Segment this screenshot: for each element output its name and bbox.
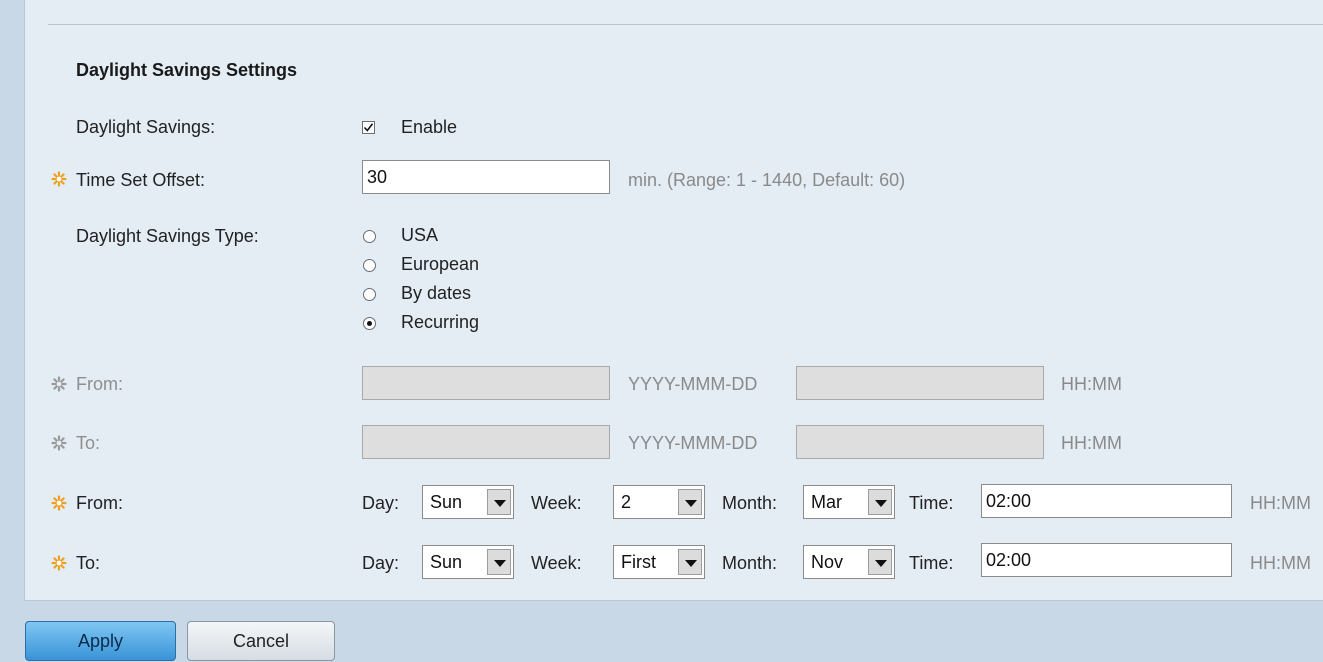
chevron-down-icon[interactable] — [678, 549, 702, 575]
by-dates-from-label: From: — [76, 374, 123, 394]
to-time-label: Time: — [909, 553, 954, 573]
apply-button[interactable]: Apply — [25, 621, 176, 661]
to-week-select[interactable]: First — [613, 545, 705, 579]
daylight-savings-type-label: Daylight Savings Type: — [76, 226, 259, 246]
radio-usa-label: USA — [401, 225, 439, 245]
chevron-down-icon[interactable] — [487, 549, 511, 575]
from-day-value: Sun — [430, 492, 463, 512]
to-day-select[interactable]: Sun — [422, 545, 514, 579]
required-star-icon — [51, 495, 67, 511]
from-time-hint: HH:MM — [1250, 493, 1311, 513]
time-set-offset-input[interactable] — [362, 160, 610, 194]
from-week-label: Week: — [531, 493, 582, 513]
from-month-value: Mar — [811, 492, 842, 512]
to-day-label: Day: — [362, 553, 400, 573]
by-dates-to-date-input[interactable] — [362, 425, 610, 459]
by-dates-from-time-hint: HH:MM — [1061, 374, 1122, 394]
radio-by-dates-label: By dates — [401, 283, 472, 303]
radio-by-dates[interactable] — [363, 288, 376, 301]
daylight-savings-label: Daylight Savings: — [76, 117, 216, 137]
by-dates-to-label: To: — [76, 433, 101, 453]
to-time-hint: HH:MM — [1250, 553, 1311, 573]
from-time-label: Time: — [909, 493, 954, 513]
check-icon — [363, 123, 374, 132]
to-week-label: Week: — [531, 553, 582, 573]
to-month-select[interactable]: Nov — [803, 545, 895, 579]
to-month-value: Nov — [811, 552, 844, 572]
by-dates-to-date-hint: YYYY-MMM-DD — [628, 433, 758, 453]
required-star-icon — [51, 555, 67, 571]
radio-european-label: European — [401, 254, 480, 274]
by-dates-from-date-hint: YYYY-MMM-DD — [628, 374, 758, 394]
radio-recurring[interactable] — [363, 317, 376, 330]
from-month-select[interactable]: Mar — [803, 485, 895, 519]
enable-checkbox[interactable] — [362, 121, 375, 134]
disabled-star-icon — [51, 376, 67, 392]
section-divider — [48, 24, 1323, 25]
by-dates-to-time-input[interactable] — [796, 425, 1044, 459]
to-day-value: Sun — [430, 552, 463, 572]
from-day-select[interactable]: Sun — [422, 485, 514, 519]
from-day-label: Day: — [362, 493, 400, 513]
recurring-from-label: From: — [76, 493, 123, 513]
recurring-to-label: To: — [76, 553, 101, 573]
to-week-value: First — [621, 552, 656, 572]
cancel-button[interactable]: Cancel — [187, 621, 335, 661]
required-star-icon — [51, 171, 67, 187]
section-title: Daylight Savings Settings — [76, 60, 298, 80]
disabled-star-icon — [51, 435, 67, 451]
enable-checkbox-label: Enable — [401, 117, 458, 137]
to-time-input[interactable] — [981, 543, 1232, 577]
chevron-down-icon[interactable] — [678, 489, 702, 515]
by-dates-from-date-input[interactable] — [362, 366, 610, 400]
chevron-down-icon[interactable] — [868, 549, 892, 575]
radio-usa[interactable] — [363, 230, 376, 243]
by-dates-from-time-input[interactable] — [796, 366, 1044, 400]
radio-recurring-label: Recurring — [401, 312, 480, 332]
chevron-down-icon[interactable] — [868, 489, 892, 515]
by-dates-to-time-hint: HH:MM — [1061, 433, 1122, 453]
from-week-select[interactable]: 2 — [613, 485, 705, 519]
from-time-input[interactable] — [981, 484, 1232, 518]
time-set-offset-label: Time Set Offset: — [76, 170, 206, 190]
time-set-offset-hint: min. (Range: 1 - 1440, Default: 60) — [628, 170, 906, 190]
to-month-label: Month: — [722, 553, 778, 573]
chevron-down-icon[interactable] — [487, 489, 511, 515]
from-week-value: 2 — [621, 492, 632, 512]
radio-european[interactable] — [363, 259, 376, 272]
from-month-label: Month: — [722, 493, 778, 513]
